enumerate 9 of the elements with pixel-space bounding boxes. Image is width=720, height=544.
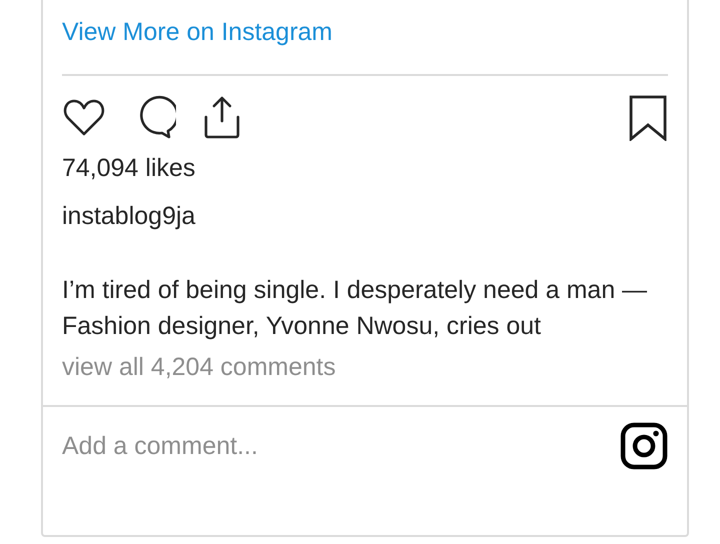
likes-count: 74,094 likes xyxy=(62,153,196,184)
camera-icon[interactable] xyxy=(620,422,668,470)
view-more-link[interactable]: View More on Instagram xyxy=(62,16,332,48)
caption: I’m tired of being single. I desperately need a man — Fashion designer, Yvonne Nwosu, cries out xyxy=(62,275,648,342)
bookmark-icon[interactable] xyxy=(628,95,668,141)
comment-field[interactable]: Add a comment... xyxy=(62,432,620,460)
username[interactable]: instablog9ja xyxy=(62,200,668,232)
share-icon[interactable] xyxy=(202,95,242,141)
view-comments-link[interactable]: view all 4,204 comments xyxy=(62,351,336,383)
